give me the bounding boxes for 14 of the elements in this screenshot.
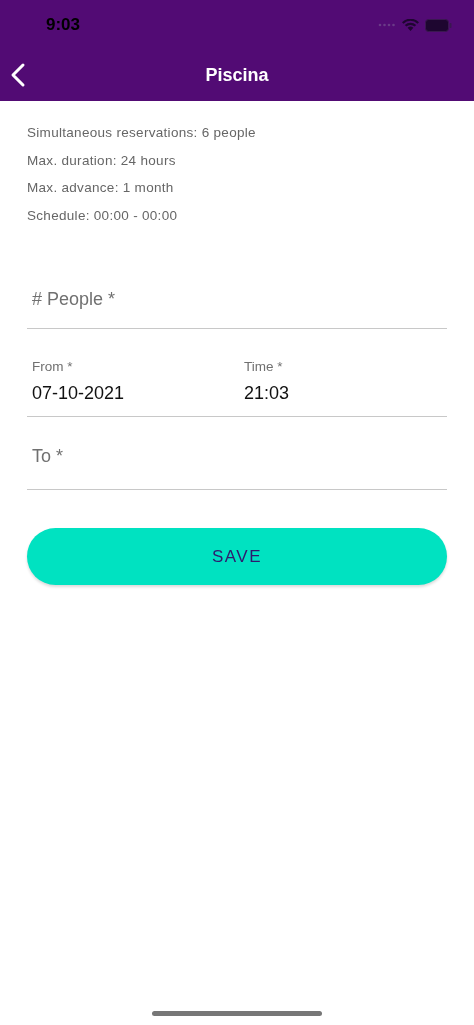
info-line: Max. duration: 24 hours xyxy=(27,151,177,170)
info-line: Simultaneous reservations: 6 people xyxy=(27,124,257,142)
screen-title: Piscina xyxy=(205,65,269,86)
battery-icon xyxy=(425,18,452,32)
to-field[interactable]: To * xyxy=(27,417,447,490)
time-field[interactable]: Time * 21:03 xyxy=(239,351,447,417)
people-field[interactable]: # People * xyxy=(27,266,447,329)
status-time: 9:03 xyxy=(46,15,81,35)
wifi-icon xyxy=(402,19,419,31)
signal-icon xyxy=(378,23,396,27)
info-line: Schedule: 00:00 - 00:00 xyxy=(27,206,179,225)
save-button[interactable]: SAVE xyxy=(27,528,447,585)
info-line: Max. advance: 1 month xyxy=(27,179,175,197)
date-field[interactable]: From * 07-10-2021 xyxy=(27,351,239,417)
